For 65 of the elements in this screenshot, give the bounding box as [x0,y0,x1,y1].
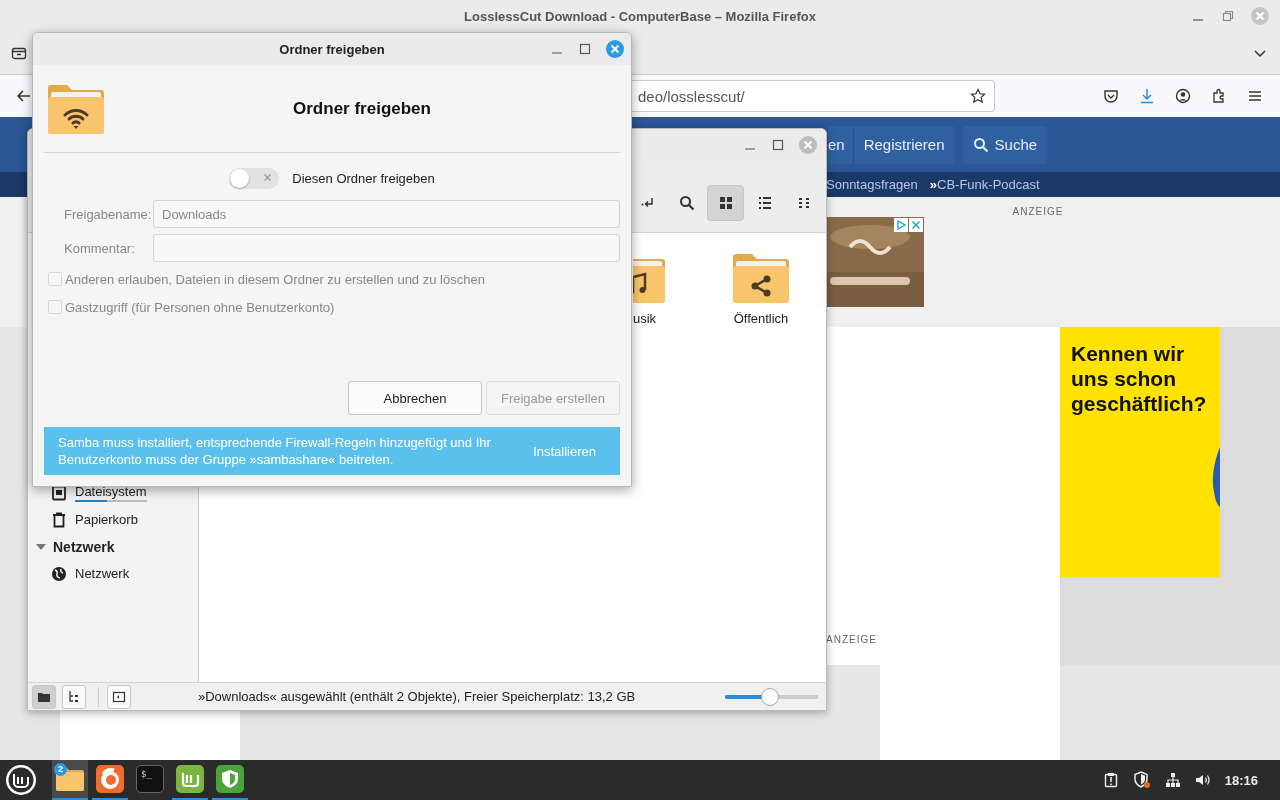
ad-label: ANZEIGE [1011,205,1065,217]
clock[interactable]: 18:16 [1224,772,1258,788]
bookmark-star-icon[interactable] [970,88,986,104]
menu-button[interactable] [4,763,38,797]
dialog-heading: Ordner freigeben [292,98,432,119]
sidebar-header[interactable]: Netzwerk [28,533,198,560]
window-title: LosslessCut Download - ComputerBase – Mozilla Firefox [464,8,816,24]
list-icon [756,194,773,211]
search-icon [972,136,989,153]
tree-button[interactable] [62,684,86,709]
close-icon[interactable] [909,218,923,232]
url-text: deo/losslesscut/ [638,87,745,105]
search-icon [678,194,695,211]
ad-label: ANZEIGE [826,634,877,645]
window-title: Ordner freigeben [279,41,385,57]
grid-icon [717,194,734,211]
menu-icon[interactable] [1247,88,1263,104]
info-text: Samba muss installiert, entsprechende Firewall-Regeln hinzugefügt und Ihr Benutzerkonto muss der Gruppe »sambashare« beitreten. [58,434,492,468]
maximize-button[interactable] [577,41,593,57]
status-text: »Downloads« ausgewählt (enthält 2 Objekte), Freier Speicherplatz: 13,2 GB [198,689,637,704]
nav-link[interactable]: »CB-Funk-Podcast [929,177,1040,192]
cross-icon [264,173,272,181]
pocket-icon[interactable] [1103,88,1119,104]
nav-link[interactable]: Sonntagsfragen [826,177,918,192]
tabs-icon[interactable] [11,45,27,61]
sidebar-toggle-button[interactable] [107,684,131,709]
nav-link[interactable]: Registrieren [852,125,955,164]
caret-icon [36,541,46,552]
field-label: Kommentar: [63,240,136,256]
puzzle-icon[interactable] [1211,88,1227,104]
search-button[interactable]: Suche [962,125,1048,164]
usage-bar [75,499,147,502]
field-label: Freigabename: [63,206,153,222]
places-button[interactable] [32,684,56,709]
restore-button[interactable] [1220,8,1236,24]
volume-icon[interactable] [1194,772,1211,788]
close-button[interactable] [605,39,625,59]
ad-banner[interactable]: Kennen wir uns schon geschäftlich? [1060,327,1220,577]
grid-view-button[interactable] [707,184,744,221]
adchoices-icon[interactable] [894,218,908,232]
folder-icon [733,253,789,303]
toggle-label: Diesen Ordner freigeben [292,170,435,186]
clipboard-alert-icon[interactable] [1102,772,1119,788]
count-badge: 2 [54,763,67,776]
back-icon[interactable] [16,88,32,104]
nav-link[interactable]: en [828,125,853,164]
shield-icon[interactable] [1132,771,1151,789]
folder-item[interactable]: Öffentlich [706,253,816,326]
checkbox-label: Anderen erlauben, Dateien in diesem Ordner zu erstellen und zu löschen [65,271,485,287]
globe-icon [51,565,67,582]
sidebar-item[interactable]: Netzwerk [28,560,198,587]
account-icon[interactable] [1175,88,1191,104]
trash-icon [51,511,67,528]
cancel-button[interactable]: Abbrechen [348,381,482,415]
maximize-button[interactable] [770,137,786,153]
url-field[interactable]: deo/losslesscut/ [632,80,995,112]
download-icon[interactable] [1139,88,1155,104]
drive-icon [51,484,67,501]
blob-drawing [1210,447,1220,507]
shared-folder-icon [48,83,104,134]
sidebar-item[interactable]: Papierkorb [28,506,198,533]
network-icon[interactable] [1164,772,1181,788]
share-toggle[interactable] [229,167,280,189]
checkbox-label: Gastzugriff (für Personen ohne Benutzerkonto) [65,299,335,315]
ad-headline: Kennen wir uns schon geschäftlich? [1071,341,1208,416]
